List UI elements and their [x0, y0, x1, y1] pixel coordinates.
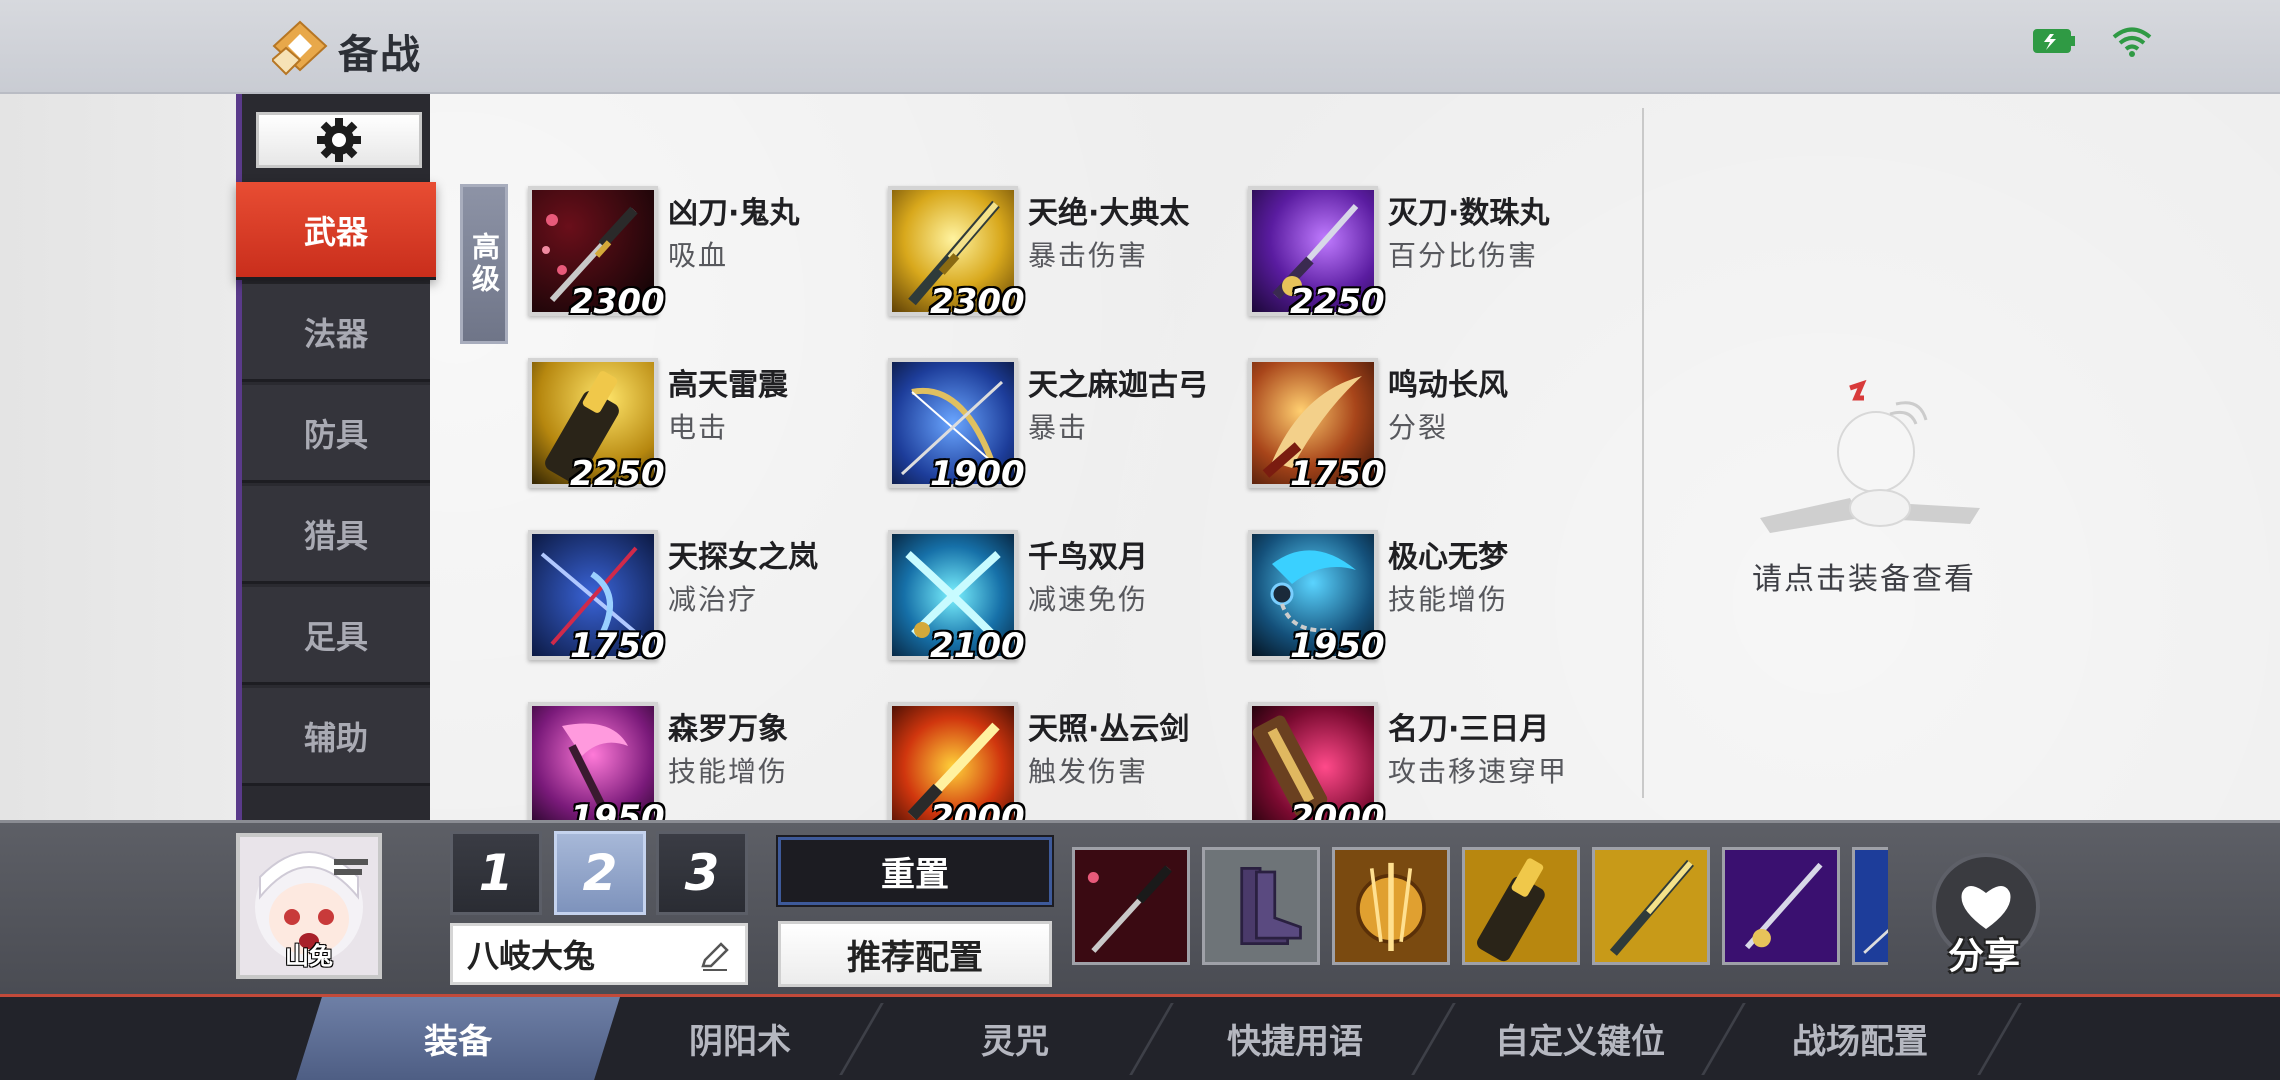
item-price: 1950 — [570, 798, 665, 820]
item-name: 天之麻迦古弓 — [1028, 368, 1208, 403]
item-effect: 技能增伤 — [1388, 583, 1509, 616]
equipped-slot[interactable] — [1332, 847, 1450, 965]
equipment-grid: 高级 2300 凶刀·鬼丸 吸血 2300 天绝·大典太 暴击伤害 2250 灭… — [0, 94, 1640, 820]
page-title: 备战 — [338, 32, 422, 78]
equipped-slot[interactable] — [1852, 847, 1888, 965]
item-price: 1950 — [1290, 626, 1385, 666]
golden-charm-icon — [1335, 850, 1447, 962]
item-effect: 减速免伤 — [1028, 583, 1149, 616]
tab-custom-keys[interactable]: 自定义键位 — [1450, 997, 1710, 1080]
golden-katana-icon — [1595, 850, 1707, 962]
equipment-item[interactable]: 1900 天之麻迦古弓 暴击 — [888, 358, 1248, 494]
item-name: 森罗万象 — [668, 712, 788, 747]
bottom-nav: 装备 阴阳术 灵咒 快捷用语 自定义键位 战场配置 — [0, 994, 2280, 1080]
nav-separator — [1129, 1003, 1174, 1075]
hero-name: 山兔 — [285, 942, 333, 970]
item-effect: 暴击伤害 — [1028, 239, 1149, 272]
item-effect: 百分比伤害 — [1388, 239, 1539, 272]
tab-curses[interactable]: 灵咒 — [900, 997, 1130, 1080]
tab-quick-phrases[interactable]: 快捷用语 — [1170, 997, 1420, 1080]
item-effect: 减治疗 — [668, 583, 759, 616]
item-name: 极心无梦 — [1388, 540, 1508, 575]
equipment-detail-panel: 请点击装备查看 — [1644, 94, 2280, 820]
mascot-placeholder-icon — [1760, 379, 1980, 533]
equipment-item[interactable]: 2100 千鸟双月 减速免伤 — [888, 530, 1248, 666]
equipment-item[interactable]: 1750 鸣动长风 分裂 — [1248, 358, 1608, 494]
tab-equipment[interactable]: 装备 — [296, 997, 620, 1080]
item-name: 天照·丛云剑 — [1028, 712, 1190, 747]
item-effect: 暴击 — [1028, 411, 1089, 444]
tab-battle-config[interactable]: 战场配置 — [1740, 997, 1980, 1080]
item-name: 鸣动长风 — [1388, 368, 1508, 403]
item-name: 灭刀·数珠丸 — [1388, 196, 1550, 231]
item-effect: 技能增伤 — [668, 755, 789, 788]
purple-boots-icon — [1205, 850, 1317, 962]
hero-avatar[interactable]: 山兔 — [236, 833, 382, 979]
item-price: 2250 — [570, 454, 665, 494]
loadout-bar: 山兔 1 2 3 八岐大兔 重置 推荐配置 分享 — [0, 820, 2280, 994]
dark-red-katana-icon — [1075, 850, 1187, 962]
top-header: 备战 — [0, 0, 2280, 94]
loadout-name-text: 八岐大兔 — [467, 937, 596, 975]
share-label: 分享 — [1948, 936, 2021, 977]
item-name: 千鸟双月 — [1028, 540, 1148, 575]
item-price: 2300 — [930, 282, 1025, 322]
main-panel: 武器 法器 防具 猎具 足具 辅助 高级 2300 凶刀·鬼丸 吸血 2300 … — [0, 94, 2280, 820]
item-effect: 触发伤害 — [1028, 755, 1149, 788]
item-price: 2100 — [930, 626, 1025, 666]
item-effect: 分裂 — [1388, 411, 1449, 444]
item-effect: 电击 — [668, 411, 729, 444]
equipment-item[interactable]: 1950 森罗万象 技能增伤 — [528, 702, 888, 820]
item-effect: 攻击移速穿甲 — [1388, 755, 1569, 788]
golden-scroll-icon — [1465, 850, 1577, 962]
recommend-config-button[interactable]: 推荐配置 — [778, 921, 1052, 987]
grade-filter-tab[interactable]: 高级 — [460, 184, 508, 344]
equipped-slot[interactable] — [1462, 847, 1580, 965]
item-price: 2000 — [1290, 798, 1385, 820]
wifi-icon — [2112, 27, 2152, 57]
equipped-slot[interactable] — [1592, 847, 1710, 965]
item-price: 1750 — [570, 626, 665, 666]
item-name: 天绝·大典太 — [1028, 196, 1190, 231]
equipment-item[interactable]: 2300 天绝·大典太 暴击伤害 — [888, 186, 1248, 322]
reset-button[interactable]: 重置 — [776, 835, 1054, 907]
item-name: 名刀·三日月 — [1388, 712, 1550, 747]
item-name: 天探女之岚 — [668, 540, 818, 575]
item-effect: 吸血 — [668, 239, 729, 272]
equipment-item[interactable]: 1750 天探女之岚 减治疗 — [528, 530, 888, 666]
pencil-icon[interactable] — [699, 940, 731, 972]
item-price: 2300 — [570, 282, 665, 322]
item-name: 高天雷震 — [668, 368, 788, 403]
equipped-slot[interactable] — [1072, 847, 1190, 965]
equipment-item[interactable]: 2000 天照·丛云剑 触发伤害 — [888, 702, 1248, 820]
item-price: 1750 — [1290, 454, 1385, 494]
loadout-slot-2[interactable]: 2 — [554, 831, 646, 915]
equipped-slot[interactable] — [1722, 847, 1840, 965]
nav-separator — [1977, 1003, 2022, 1075]
equipment-item[interactable]: 2300 凶刀·鬼丸 吸血 — [528, 186, 888, 322]
loadout-name-field[interactable]: 八岐大兔 — [450, 923, 748, 985]
item-price: 1900 — [930, 454, 1025, 494]
blue-partial-icon — [1855, 850, 1888, 962]
equipped-items-strip — [1072, 847, 1888, 969]
tab-onmyoji-spells[interactable]: 阴阳术 — [620, 997, 860, 1080]
equipment-item[interactable]: 2000 名刀·三日月 攻击移速穿甲 — [1248, 702, 1608, 820]
equipment-item[interactable]: 2250 高天雷震 电击 — [528, 358, 888, 494]
purple-katana-icon — [1725, 850, 1837, 962]
detail-hint-text: 请点击装备查看 — [1752, 562, 1976, 597]
battery-icon — [2033, 29, 2075, 53]
equipped-slot[interactable] — [1202, 847, 1320, 965]
equipment-item[interactable]: 1950 极心无梦 技能增伤 — [1248, 530, 1608, 666]
loadout-slot-3[interactable]: 3 — [656, 831, 748, 915]
item-name: 凶刀·鬼丸 — [668, 196, 800, 231]
diamond-logo-icon — [272, 20, 328, 76]
loadout-slot-1[interactable]: 1 — [450, 831, 542, 915]
equipment-item[interactable]: 2250 灭刀·数珠丸 百分比伤害 — [1248, 186, 1608, 322]
item-price: 2250 — [1290, 282, 1385, 322]
item-price: 2000 — [930, 798, 1025, 820]
